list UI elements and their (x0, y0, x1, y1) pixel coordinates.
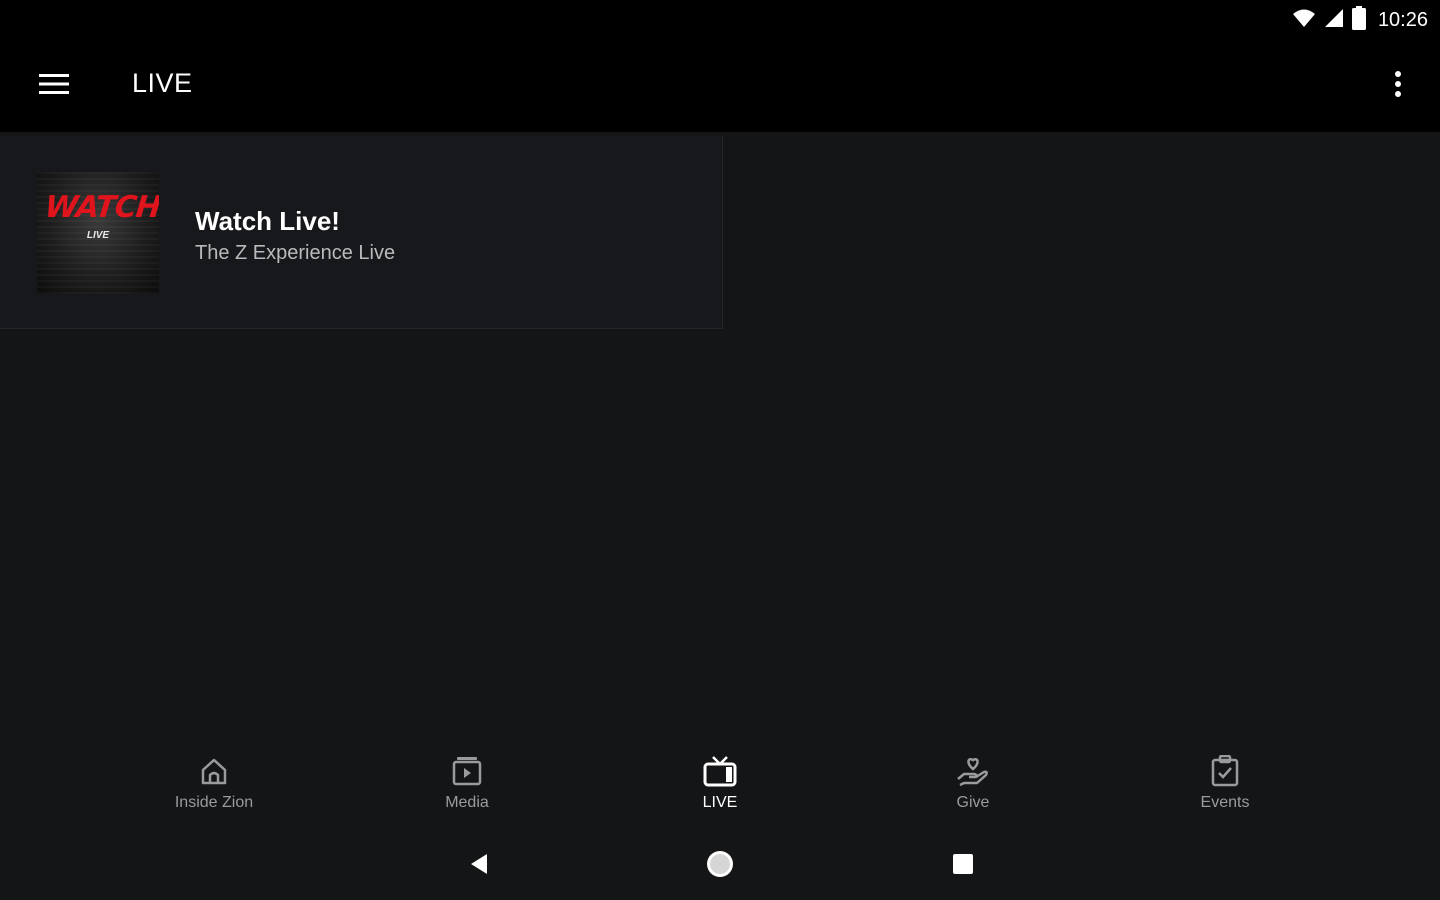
bottom-navigation: Inside Zion Media LIVE Give Events (0, 732, 1440, 832)
hamburger-menu-icon (39, 73, 69, 100)
media-play-icon (450, 754, 484, 788)
thumbnail-tag: LIVE (86, 230, 110, 241)
nav-item-give[interactable]: Give (893, 754, 1053, 824)
nav-label: Inside Zion (174, 794, 254, 811)
back-icon (467, 852, 489, 881)
tv-icon (703, 754, 737, 788)
home-icon (197, 754, 231, 788)
home-circle-icon (705, 849, 735, 884)
wifi-icon (1292, 8, 1316, 33)
menu-button[interactable] (24, 62, 84, 110)
recents-square-icon (952, 853, 974, 880)
card-title: Watch Live! (195, 206, 340, 236)
page-title: LIVE (132, 68, 193, 98)
system-back-button[interactable] (456, 846, 500, 886)
watch-live-card[interactable]: WATCH LIVE Watch Live! The Z Experience … (0, 136, 723, 329)
card-subtitle: The Z Experience Live (195, 242, 396, 264)
content-area: WATCH LIVE Watch Live! The Z Experience … (0, 132, 1440, 732)
cell-signal-icon (1324, 8, 1344, 33)
battery-icon (1351, 5, 1366, 35)
system-navigation-bar (0, 832, 1440, 900)
status-time: 10:26 (1377, 8, 1428, 31)
status-icons: 10:26 (1292, 5, 1428, 35)
giving-hand-icon (956, 754, 990, 788)
nav-item-events[interactable]: Events (1145, 754, 1305, 824)
system-home-button[interactable] (698, 846, 742, 886)
thumbnail-headline: WATCH (43, 190, 159, 225)
nav-label: Events (1200, 794, 1250, 811)
system-recents-button[interactable] (941, 846, 985, 886)
app-bar: LIVE (0, 40, 1440, 132)
nav-item-live[interactable]: LIVE (640, 754, 800, 824)
more-vert-icon (1394, 70, 1402, 102)
nav-item-inside-zion[interactable]: Inside Zion (134, 754, 294, 824)
watch-live-thumbnail: WATCH LIVE (37, 172, 159, 294)
nav-label: Give (956, 794, 990, 811)
overflow-menu-button[interactable] (1374, 62, 1422, 110)
status-bar: 10:26 (0, 0, 1440, 40)
nav-label: LIVE (702, 794, 738, 811)
nav-label: Media (445, 794, 489, 811)
calendar-check-icon (1208, 754, 1242, 788)
nav-item-media[interactable]: Media (387, 754, 547, 824)
